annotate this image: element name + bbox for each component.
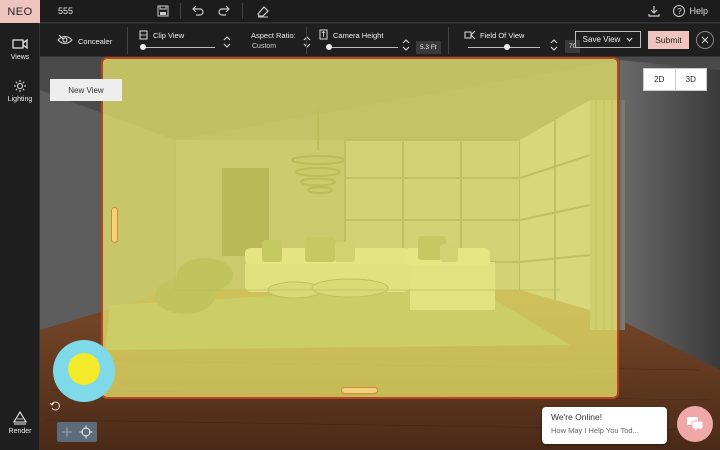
download-icon[interactable] (646, 3, 662, 19)
new-view-button[interactable]: New View (50, 79, 122, 101)
concealer-label[interactable]: Concealer (78, 37, 112, 46)
move-icon[interactable] (60, 425, 74, 439)
clip-view-label: Clip View (153, 31, 185, 40)
view-mode-toggle: 2D 3D (643, 68, 707, 91)
field-of-view-slider-knob[interactable] (504, 44, 510, 50)
sidebar-item-label: Render (8, 428, 32, 435)
help-button[interactable]: ? Help (673, 5, 708, 17)
camera-height-slider[interactable] (326, 47, 398, 48)
app-logo[interactable]: NEO (0, 0, 40, 23)
sidebar-item-label: Views (10, 54, 30, 61)
height-icon (319, 29, 328, 40)
camera-controls (57, 422, 97, 442)
chat-bubble[interactable]: We're Online! How May I Help You Tod... (542, 407, 667, 444)
eraser-icon[interactable] (255, 3, 271, 19)
project-name[interactable]: 555 (58, 6, 73, 16)
toolbar-divider (180, 3, 181, 19)
help-icon: ? (673, 5, 686, 17)
chevron-down-icon (626, 37, 633, 42)
clip-icon (139, 30, 148, 40)
field-of-view-label: Field Of View (480, 31, 525, 40)
mode-3d-button[interactable]: 3D (676, 69, 707, 90)
submit-button[interactable]: Submit (648, 31, 689, 49)
chat-launcher-button[interactable] (677, 406, 713, 442)
sidebar-item-views[interactable]: Views (0, 37, 40, 61)
camera-height-stepper[interactable] (402, 37, 410, 53)
crosshair-icon[interactable] (79, 425, 93, 439)
field-of-view-icon (464, 30, 476, 40)
frame-resize-handle-bottom[interactable] (341, 387, 378, 394)
aspect-ratio-label: Aspect Ratio: (251, 31, 296, 40)
joystick-knob[interactable] (68, 353, 100, 385)
frame-resize-handle-left[interactable] (111, 207, 118, 243)
camera-height-value[interactable]: 5.3 Ft (416, 41, 441, 54)
sidebar-item-label: Lighting (7, 96, 33, 103)
save-view-label: Save View (582, 35, 621, 44)
eye-icon[interactable] (57, 34, 73, 46)
sidebar-item-lighting[interactable]: Lighting (0, 79, 40, 103)
field-of-view-stepper[interactable] (550, 37, 558, 53)
toolbar-divider (242, 3, 243, 19)
toolbar-divider (127, 27, 128, 54)
top-bar: NEO 555 ? Help (0, 0, 720, 23)
toolbar-divider (448, 27, 449, 54)
chat-icon (687, 417, 704, 431)
save-view-dropdown[interactable]: Save View (575, 31, 641, 48)
sun-icon (14, 80, 26, 92)
camera-height-label: Camera Height (333, 31, 384, 40)
save-icon[interactable] (155, 3, 171, 19)
chat-title: We're Online! (551, 412, 603, 422)
toolbar-divider (306, 27, 307, 54)
help-label: Help (689, 6, 708, 16)
clip-view-stepper[interactable] (223, 34, 231, 50)
clip-view-slider[interactable] (143, 47, 215, 48)
aspect-ratio-select[interactable]: Custom (252, 43, 276, 50)
camera-height-slider-knob[interactable] (326, 44, 332, 50)
aspect-ratio-stepper[interactable] (303, 34, 311, 50)
chat-subtitle: How May I Help You Tod... (551, 426, 639, 435)
camera-frame[interactable] (101, 57, 619, 399)
view-toolbar: Concealer Clip View Aspect Ratio: Custom… (40, 24, 720, 57)
close-icon[interactable] (696, 31, 714, 49)
left-sidebar: Views Lighting Render (0, 23, 40, 450)
redo-icon[interactable] (216, 3, 232, 19)
undo-icon[interactable] (190, 3, 206, 19)
clip-view-slider-knob[interactable] (140, 44, 146, 50)
app-root: NEO 555 ? Help Views Lighting Render Con… (0, 0, 720, 450)
camera-icon (12, 38, 28, 50)
render-icon (13, 411, 27, 425)
sidebar-item-render[interactable]: Render (0, 411, 40, 435)
mode-2d-button[interactable]: 2D (644, 69, 676, 90)
rotate-reset-icon[interactable] (49, 400, 61, 412)
